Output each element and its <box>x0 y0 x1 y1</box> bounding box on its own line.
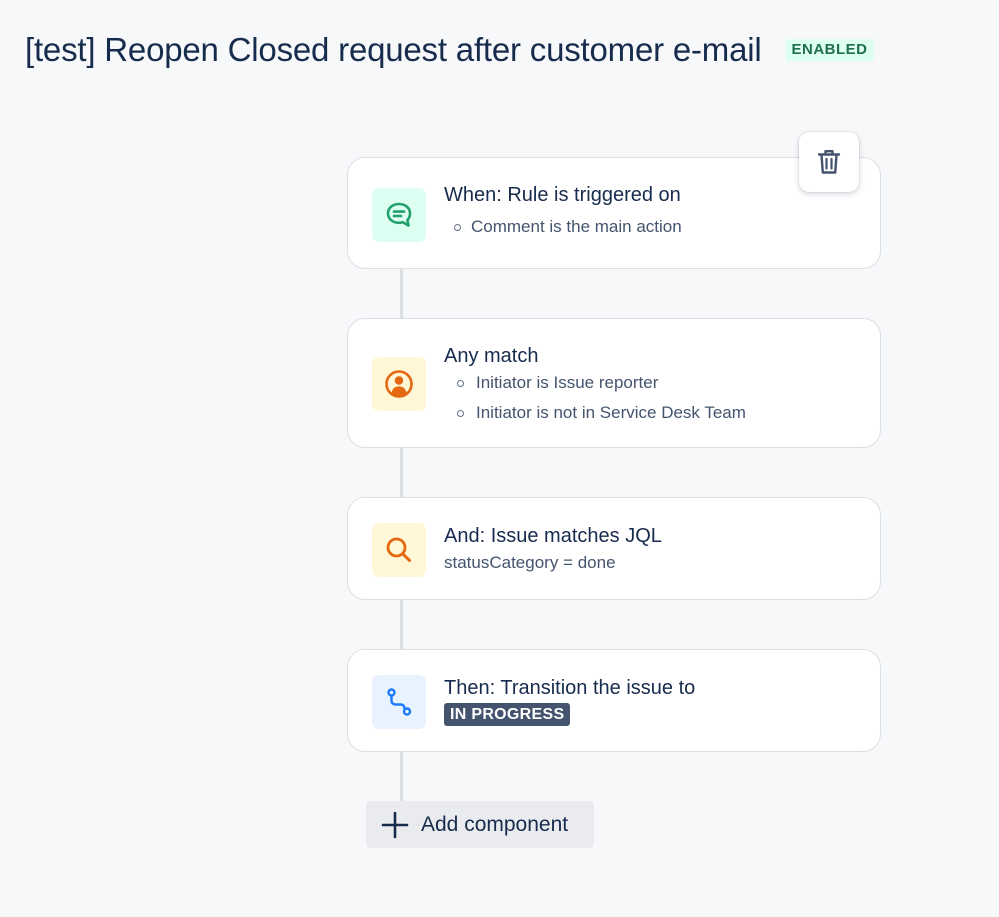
trash-icon <box>816 148 842 176</box>
trigger-details: Comment is the main action <box>454 212 682 242</box>
page-header: [test] Reopen Closed request after custo… <box>25 28 874 72</box>
add-component-button[interactable]: Add component <box>366 801 594 848</box>
comment-icon <box>372 188 426 242</box>
list-item: Comment is the main action <box>454 212 682 242</box>
plus-icon <box>381 811 409 839</box>
delete-button[interactable] <box>799 132 859 192</box>
condition-jql-card[interactable]: And: Issue matches JQL statusCategory = … <box>347 497 881 600</box>
action-card[interactable]: Then: Transition the issue to IN PROGRES… <box>347 649 881 752</box>
connector-line <box>400 268 403 319</box>
page-title: [test] Reopen Closed request after custo… <box>25 31 762 68</box>
add-component-label: Add component <box>421 812 569 836</box>
condition-any-details: Initiator is Issue reporter Initiator is… <box>457 368 746 428</box>
list-item: Initiator is not in Service Desk Team <box>457 398 746 428</box>
status-lozenge-in-progress: IN PROGRESS <box>444 703 571 726</box>
condition-any-card[interactable]: Any match Initiator is Issue reporter In… <box>347 318 881 448</box>
connector-line <box>400 447 403 498</box>
action-title: Then: Transition the issue to <box>444 677 696 699</box>
connector-line <box>400 751 403 801</box>
transition-icon <box>372 675 426 729</box>
jql-query: statusCategory = done <box>444 553 616 572</box>
person-icon <box>372 357 426 411</box>
trigger-title: When: Rule is triggered on <box>444 184 681 206</box>
connector-line <box>400 599 403 650</box>
list-item: Initiator is Issue reporter <box>457 368 746 398</box>
search-icon <box>372 523 426 577</box>
condition-any-title: Any match <box>444 345 539 367</box>
enabled-status-badge: ENABLED <box>785 39 874 61</box>
condition-jql-title: And: Issue matches JQL <box>444 525 662 547</box>
